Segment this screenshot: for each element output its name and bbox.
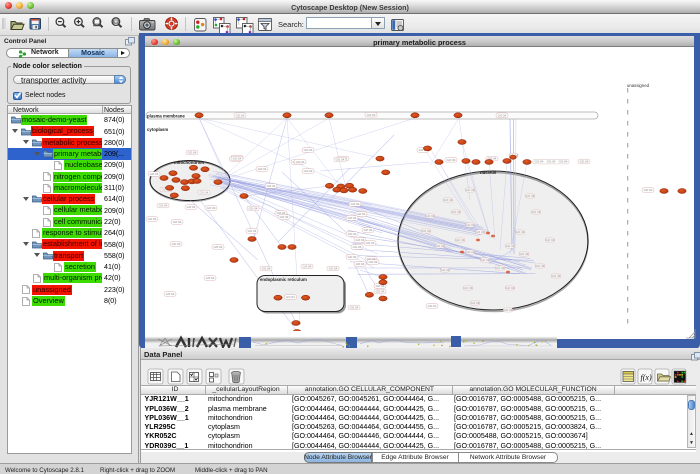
svg-text:GO:04: GO:04 xyxy=(516,230,525,234)
svg-text:GO:04: GO:04 xyxy=(236,113,245,117)
svg-text:GO:04: GO:04 xyxy=(258,167,267,171)
svg-text:GO:04: GO:04 xyxy=(364,228,373,232)
svg-text:GO:04: GO:04 xyxy=(428,304,437,308)
svg-text:GO:04: GO:04 xyxy=(496,266,505,270)
svg-text:GO:04: GO:04 xyxy=(526,194,535,198)
svg-text:GO:04: GO:04 xyxy=(506,244,515,248)
svg-text:GO:04: GO:04 xyxy=(200,191,209,195)
svg-text:GO:04: GO:04 xyxy=(329,267,338,271)
svg-text:GO:04: GO:04 xyxy=(547,160,556,164)
svg-text:f(x): f(x) xyxy=(641,373,652,382)
svg-text:GO:04: GO:04 xyxy=(471,301,480,305)
svg-text:GO:04: GO:04 xyxy=(348,255,357,259)
svg-text:GO:04: GO:04 xyxy=(536,264,545,268)
svg-text:GO:04: GO:04 xyxy=(426,214,435,218)
svg-text:endoplasmic reticulum: endoplasmic reticulum xyxy=(260,277,307,282)
svg-text:GO:04: GO:04 xyxy=(644,188,653,192)
svg-text:mitochondrion: mitochondrion xyxy=(174,160,204,165)
svg-text:GO:04: GO:04 xyxy=(367,113,376,117)
svg-text:GO:04: GO:04 xyxy=(559,160,568,164)
svg-text:GO:04: GO:04 xyxy=(357,212,366,216)
svg-text:GO:04: GO:04 xyxy=(580,160,589,164)
svg-text:GO:04: GO:04 xyxy=(348,216,357,220)
svg-text:GO:04: GO:04 xyxy=(532,210,541,214)
svg-text:GO:04: GO:04 xyxy=(546,238,555,242)
svg-text:GO:04: GO:04 xyxy=(444,198,453,202)
svg-text:GO:04: GO:04 xyxy=(498,113,507,117)
svg-text:GO:04: GO:04 xyxy=(207,206,216,210)
svg-text:cytoplasm: cytoplasm xyxy=(147,127,168,132)
svg-text:GO:04: GO:04 xyxy=(422,229,431,233)
svg-text:GO:04: GO:04 xyxy=(188,151,197,155)
svg-text:GO:04: GO:04 xyxy=(350,306,359,310)
svg-text:GO:04: GO:04 xyxy=(452,210,461,214)
svg-text:GO:04: GO:04 xyxy=(351,202,360,206)
svg-text:nucleus: nucleus xyxy=(480,170,497,175)
svg-text:GO:04: GO:04 xyxy=(206,276,215,280)
svg-text:GO:04: GO:04 xyxy=(172,242,181,246)
svg-text:GO:04: GO:04 xyxy=(466,250,475,254)
svg-text:GO:04: GO:04 xyxy=(376,290,385,294)
svg-text:unassigned: unassigned xyxy=(627,83,650,88)
svg-text:GO:04: GO:04 xyxy=(150,172,159,176)
svg-text:GO:04: GO:04 xyxy=(481,258,490,262)
svg-text:GO:04: GO:04 xyxy=(353,245,362,249)
svg-text:GO:04: GO:04 xyxy=(166,292,175,296)
svg-text:GO:04: GO:04 xyxy=(173,220,182,224)
svg-text:GO:04: GO:04 xyxy=(262,267,271,271)
svg-text:GO:04: GO:04 xyxy=(535,160,544,164)
svg-text:1:1: 1:1 xyxy=(114,20,119,24)
svg-text:GO:04: GO:04 xyxy=(148,217,157,221)
svg-text:GO:04: GO:04 xyxy=(233,157,242,161)
svg-text:plasma membrane: plasma membrane xyxy=(147,114,185,119)
svg-text:GO:04: GO:04 xyxy=(441,268,450,272)
svg-text:GO:04: GO:04 xyxy=(369,260,378,264)
svg-text:GO:04: GO:04 xyxy=(506,286,515,290)
svg-text:GO:04: GO:04 xyxy=(552,274,561,278)
svg-text:GO:04: GO:04 xyxy=(336,158,345,162)
svg-text:GO:04: GO:04 xyxy=(464,286,473,290)
svg-text:GO:04: GO:04 xyxy=(214,245,223,249)
svg-text:GO:04: GO:04 xyxy=(249,207,258,211)
svg-text:GO:04: GO:04 xyxy=(304,148,313,152)
svg-text:GO:04: GO:04 xyxy=(436,244,445,248)
svg-text:GO:04: GO:04 xyxy=(466,223,475,227)
svg-text:GO:04: GO:04 xyxy=(286,295,295,299)
svg-text:GO:04: GO:04 xyxy=(520,252,529,256)
svg-text:GO:04: GO:04 xyxy=(466,188,475,192)
svg-text:GO:04: GO:04 xyxy=(187,205,196,209)
svg-text:GO:04: GO:04 xyxy=(356,262,365,266)
svg-text:GO:04: GO:04 xyxy=(348,232,357,236)
svg-text:GO:04: GO:04 xyxy=(303,265,312,269)
svg-text:GO:04: GO:04 xyxy=(248,229,257,233)
svg-text:GO:04: GO:04 xyxy=(476,230,485,234)
svg-text:GO:04: GO:04 xyxy=(304,169,313,173)
svg-text:GO:04: GO:04 xyxy=(456,238,465,242)
svg-text:GO:04: GO:04 xyxy=(296,160,305,164)
svg-text:GO:04: GO:04 xyxy=(280,215,289,219)
svg-text:GO:04: GO:04 xyxy=(356,238,365,242)
svg-text:GO:04: GO:04 xyxy=(267,184,276,188)
svg-text:GO:04: GO:04 xyxy=(447,158,456,162)
svg-text:GO:04: GO:04 xyxy=(366,241,375,245)
svg-text:GO:04: GO:04 xyxy=(504,308,513,312)
svg-text:GO:04: GO:04 xyxy=(159,204,168,208)
